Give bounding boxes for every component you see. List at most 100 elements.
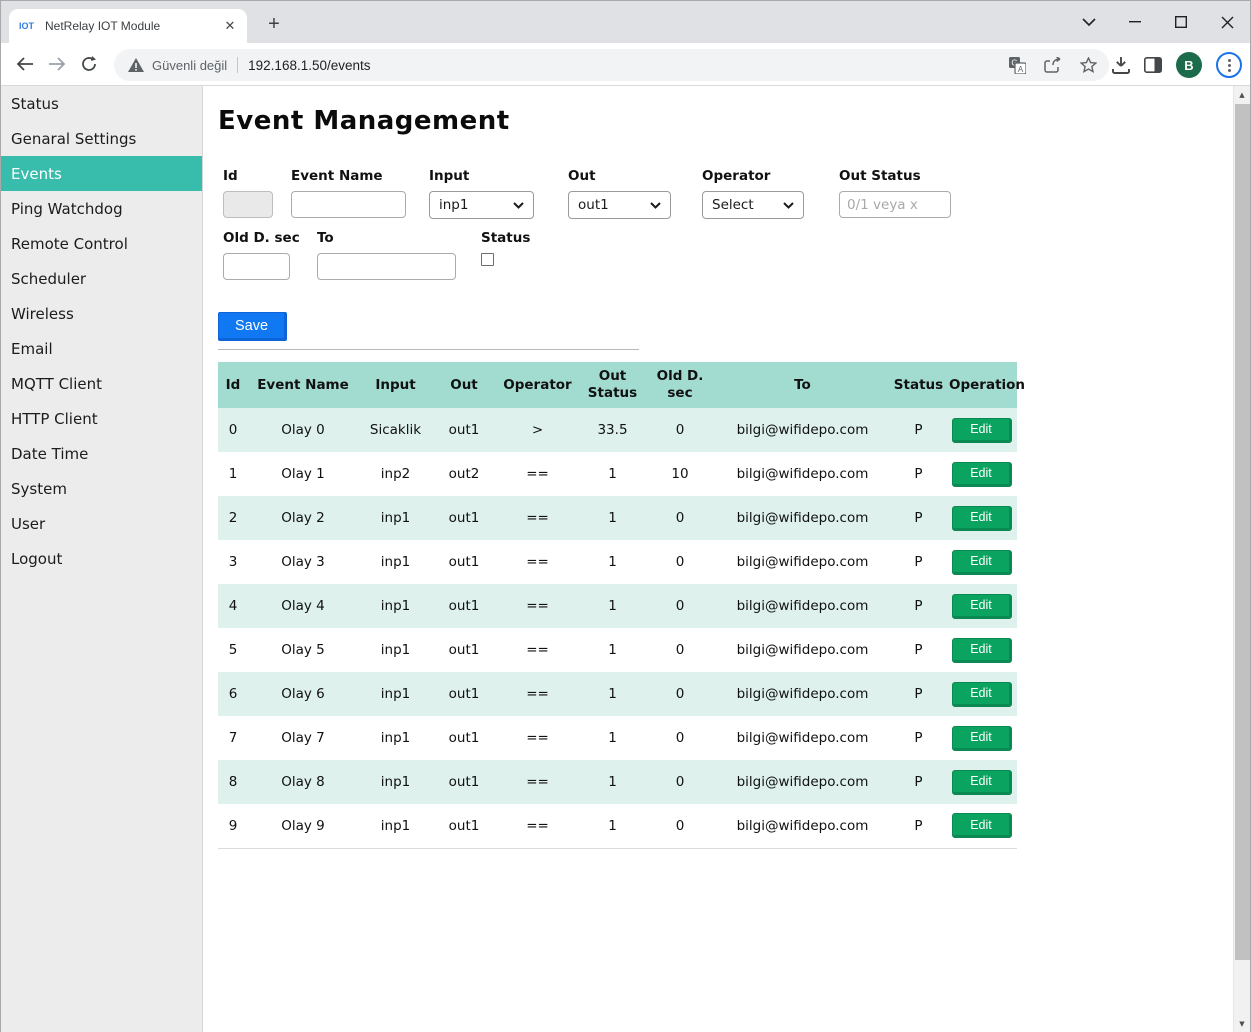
scroll-up-icon[interactable]: ▲ [1234, 86, 1250, 103]
tab-close-icon[interactable]: ✕ [221, 17, 239, 35]
cell-status: P [890, 496, 947, 540]
table-row: 5Olay 5inp1out1==10bilgi@wifidepo.comPEd… [218, 628, 1017, 672]
out-status-field[interactable] [839, 191, 951, 218]
column-header: Out [433, 362, 495, 408]
maximize-button[interactable] [1158, 1, 1204, 43]
cell-to: bilgi@wifidepo.com [715, 408, 890, 452]
cell-out-status: 1 [580, 628, 645, 672]
url-text: 192.168.1.50/events [248, 58, 370, 73]
address-bar[interactable]: Güvenli değil 192.168.1.50/events GA [114, 49, 1109, 81]
cell-to: bilgi@wifidepo.com [715, 584, 890, 628]
browser-tab[interactable]: IOT NetRelay IOT Module ✕ [9, 9, 247, 43]
cell-id: 5 [218, 628, 248, 672]
cell-old-d-sec: 0 [645, 804, 715, 848]
scrollbar-thumb[interactable] [1235, 104, 1250, 960]
cell-operation: Edit [947, 672, 1017, 716]
download-icon[interactable] [1112, 57, 1130, 74]
close-button[interactable] [1204, 1, 1250, 43]
edit-button[interactable]: Edit [952, 594, 1012, 619]
out-select[interactable]: out1 [568, 191, 671, 219]
cell-status: P [890, 760, 947, 804]
cell-input: inp1 [358, 584, 433, 628]
security-status[interactable]: Güvenli değil [128, 58, 227, 73]
old-d-sec-field[interactable] [223, 253, 290, 280]
sidebar-item-remote-control[interactable]: Remote Control [1, 226, 202, 261]
reload-button[interactable] [73, 48, 105, 80]
edit-button[interactable]: Edit [952, 550, 1012, 575]
sidebar-item-scheduler[interactable]: Scheduler [1, 261, 202, 296]
cell-out-status: 1 [580, 716, 645, 760]
cell-id: 7 [218, 716, 248, 760]
tab-search-chevron-icon[interactable] [1066, 1, 1112, 43]
sidebar-item-http-client[interactable]: HTTP Client [1, 401, 202, 436]
event-name-field[interactable] [291, 191, 406, 218]
edit-button[interactable]: Edit [952, 506, 1012, 531]
edit-button[interactable]: Edit [952, 813, 1012, 838]
sidebar-item-email[interactable]: Email [1, 331, 202, 366]
edit-button[interactable]: Edit [952, 770, 1012, 795]
browser-window: IOT NetRelay IOT Module ✕ + [0, 0, 1251, 1032]
sidebar-item-date-time[interactable]: Date Time [1, 436, 202, 471]
cell-operation: Edit [947, 760, 1017, 804]
sidebar-item-mqtt-client[interactable]: MQTT Client [1, 366, 202, 401]
cell-operator: == [495, 672, 580, 716]
cell-to: bilgi@wifidepo.com [715, 716, 890, 760]
translate-icon[interactable]: GA [1009, 57, 1026, 74]
cell-out-status: 1 [580, 540, 645, 584]
out-status-label: Out Status [839, 168, 951, 184]
edit-button[interactable]: Edit [952, 462, 1012, 487]
sidebar-item-system[interactable]: System [1, 471, 202, 506]
cell-old-d-sec: 0 [645, 628, 715, 672]
sidebar-item-ping-watchdog[interactable]: Ping Watchdog [1, 191, 202, 226]
cell-event-name: Olay 0 [248, 408, 358, 452]
column-header: Old D. sec [645, 362, 715, 408]
cell-operator: == [495, 760, 580, 804]
input-select[interactable]: inp1 [429, 191, 534, 219]
cell-out: out1 [433, 628, 495, 672]
to-field[interactable] [317, 253, 456, 280]
events-table: IdEvent NameInputOutOperatorOut StatusOl… [218, 362, 1017, 849]
cell-out: out1 [433, 496, 495, 540]
sidebar-item-logout[interactable]: Logout [1, 541, 202, 576]
cell-event-name: Olay 4 [248, 584, 358, 628]
cell-input: inp1 [358, 540, 433, 584]
chevron-down-icon [650, 202, 661, 209]
edit-button[interactable]: Edit [952, 418, 1012, 443]
save-button[interactable]: Save [218, 312, 287, 341]
vertical-scrollbar[interactable]: ▲ ▼ [1233, 86, 1250, 1032]
cell-out: out1 [433, 672, 495, 716]
cell-to: bilgi@wifidepo.com [715, 628, 890, 672]
table-row: 4Olay 4inp1out1==10bilgi@wifidepo.comPEd… [218, 584, 1017, 628]
sidebar-item-genaral-settings[interactable]: Genaral Settings [1, 121, 202, 156]
back-button[interactable] [9, 48, 41, 80]
bookmark-star-icon[interactable] [1080, 57, 1097, 73]
cell-operator: > [495, 408, 580, 452]
forward-button[interactable] [41, 48, 73, 80]
sidebar-item-wireless[interactable]: Wireless [1, 296, 202, 331]
cell-old-d-sec: 10 [645, 452, 715, 496]
page-title: Event Management [218, 106, 510, 136]
browser-menu-button[interactable] [1216, 52, 1242, 78]
cell-input: inp1 [358, 804, 433, 848]
share-icon[interactable] [1044, 57, 1062, 73]
sidebar-item-user[interactable]: User [1, 506, 202, 541]
cell-operation: Edit [947, 716, 1017, 760]
status-checkbox[interactable] [481, 253, 494, 266]
new-tab-button[interactable]: + [259, 10, 289, 38]
minimize-button[interactable] [1112, 1, 1158, 43]
edit-button[interactable]: Edit [952, 726, 1012, 751]
operator-select[interactable]: Select [702, 191, 804, 219]
sidebar-item-status[interactable]: Status [1, 86, 202, 121]
profile-avatar[interactable]: B [1176, 52, 1202, 78]
table-row: 0Olay 0Sicaklikout1>33.50bilgi@wifidepo.… [218, 408, 1017, 452]
sidebar-item-events[interactable]: Events [1, 156, 202, 191]
cell-id: 8 [218, 760, 248, 804]
edit-button[interactable]: Edit [952, 638, 1012, 663]
security-label: Güvenli değil [152, 58, 227, 73]
scroll-down-icon[interactable]: ▼ [1234, 1015, 1250, 1032]
cell-to: bilgi@wifidepo.com [715, 804, 890, 848]
side-panel-icon[interactable] [1144, 57, 1162, 73]
edit-button[interactable]: Edit [952, 682, 1012, 707]
cell-input: inp1 [358, 760, 433, 804]
cell-input: inp1 [358, 496, 433, 540]
